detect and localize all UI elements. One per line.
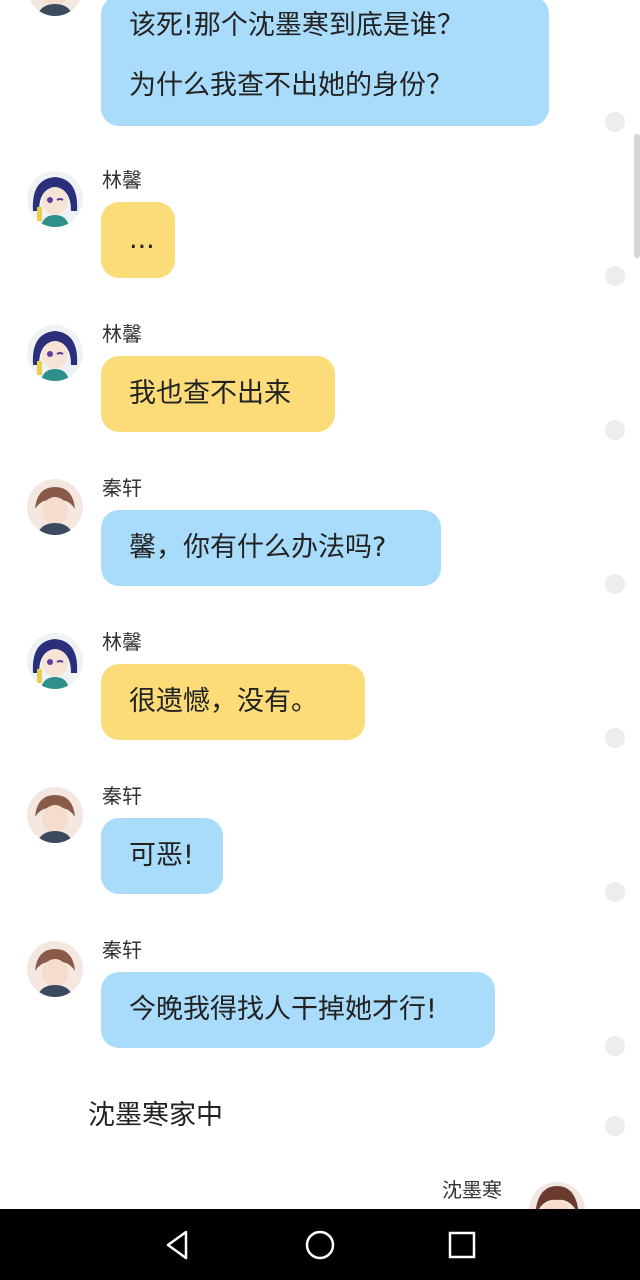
message-line: 该死!那个沈墨寒到底是谁？	[129, 10, 464, 41]
avatar-qinxuan[interactable]	[27, 787, 83, 843]
timeline-dot[interactable]	[605, 574, 625, 594]
back-button[interactable]	[158, 1225, 198, 1265]
timeline-dot[interactable]	[605, 882, 625, 902]
message-bubble: 该死!那个沈墨寒到底是谁？ 为什么我查不出她的身份？	[101, 0, 549, 126]
timeline-dot[interactable]	[605, 420, 625, 440]
sender-name: 林馨	[102, 322, 142, 346]
scene-heading: 沈墨寒家中	[88, 1100, 223, 1131]
back-triangle-icon	[166, 1230, 188, 1260]
scrollbar[interactable]	[634, 134, 640, 258]
sender-name: 林馨	[102, 168, 142, 192]
avatar-shenmohan[interactable]	[529, 1182, 585, 1209]
message-bubble: 我也查不出来	[101, 356, 335, 432]
avatar-linxin[interactable]	[27, 325, 83, 381]
sender-name: 林馨	[102, 630, 142, 654]
message-bubble: 很遗憾，没有。	[101, 664, 365, 740]
avatar-linxin[interactable]	[27, 633, 83, 689]
sender-name: 秦轩	[102, 476, 142, 500]
timeline-dot[interactable]	[605, 112, 625, 132]
recents-button[interactable]	[442, 1225, 482, 1265]
message-bubble: 今晚我得找人干掉她才行!	[101, 972, 495, 1048]
avatar-qinxuan[interactable]	[27, 941, 83, 997]
message-bubble: 可恶!	[101, 818, 223, 894]
timeline-dot[interactable]	[605, 728, 625, 748]
sender-name: 秦轩	[102, 784, 142, 808]
timeline-dot[interactable]	[605, 1036, 625, 1056]
message-bubble: 馨，你有什么办法吗?	[101, 510, 441, 586]
avatar-linxin[interactable]	[27, 171, 83, 227]
timeline-dot[interactable]	[605, 1116, 625, 1136]
navigation-bar	[0, 1209, 640, 1280]
home-button[interactable]	[300, 1225, 340, 1265]
message-line: 为什么我查不出她的身份？	[129, 70, 453, 101]
timeline-dot[interactable]	[605, 266, 625, 286]
home-circle-icon	[305, 1230, 335, 1260]
chat-log[interactable]: 该死!那个沈墨寒到底是谁？ 为什么我查不出她的身份？ 林馨 ... 林馨 我也查…	[0, 0, 640, 1209]
avatar-qinxuan[interactable]	[27, 479, 83, 535]
sender-name-right: 沈墨寒	[442, 1178, 502, 1202]
message-bubble: ...	[101, 202, 175, 278]
avatar-qinxuan[interactable]	[27, 0, 83, 16]
recents-square-icon	[448, 1231, 476, 1259]
sender-name: 秦轩	[102, 938, 142, 962]
